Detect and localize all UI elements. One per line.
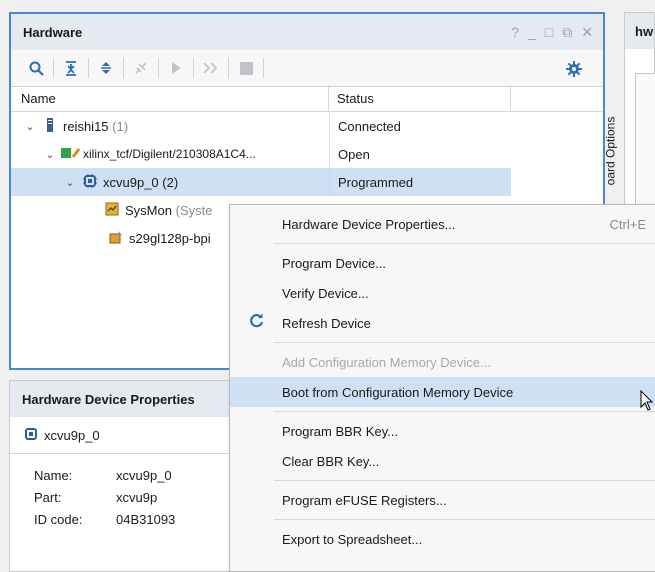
jtag-cable-icon	[61, 147, 81, 162]
search-icon[interactable]	[21, 54, 51, 82]
close-icon[interactable]: ✕	[581, 24, 593, 41]
property-key: Part:	[34, 489, 62, 505]
device-status: Programmed	[329, 168, 511, 196]
disconnect-icon[interactable]	[126, 54, 156, 82]
step-icon[interactable]	[196, 54, 226, 82]
hw-side-title: hw	[635, 23, 654, 39]
menu-item-program-bbr-key[interactable]: Program BBR Key...	[230, 416, 655, 446]
property-key: ID code:	[34, 511, 83, 527]
sysmon-name: SysMon	[125, 202, 172, 218]
toolbar-separator	[53, 58, 54, 78]
menu-item-label: Program BBR Key...	[282, 423, 399, 439]
sysmon-type: (Syste	[175, 202, 213, 218]
chip-icon	[81, 173, 99, 191]
device-count: (2)	[162, 174, 179, 190]
target-status: Open	[329, 140, 511, 168]
menu-separator	[274, 480, 655, 481]
menu-item-label: Boot from Configuration Memory Device	[282, 384, 514, 400]
menu-item-boot-from-config-memory[interactable]: Boot from Configuration Memory Device	[230, 377, 655, 407]
properties-device-name: xcvu9p_0	[44, 427, 100, 443]
run-icon[interactable]	[161, 54, 191, 82]
float-icon[interactable]: ⧉	[562, 24, 572, 41]
sysmon-icon	[103, 202, 121, 219]
chevron-down-icon[interactable]: ⌄	[63, 176, 77, 189]
expand-all-icon[interactable]	[91, 54, 121, 82]
toolbar-separator	[263, 58, 264, 78]
toolbar-separator	[158, 58, 159, 78]
stop-icon[interactable]	[231, 54, 261, 82]
context-menu: Hardware Device Properties... Ctrl+E Pro…	[229, 204, 655, 572]
menu-item-program-efuse[interactable]: Program eFUSE Registers...	[230, 485, 655, 515]
toolbar-separator	[123, 58, 124, 78]
target-name: xilinx_tcf/Digilent/210308A1C4...	[83, 147, 256, 161]
menu-separator	[274, 411, 655, 412]
server-name: reishi15	[63, 118, 109, 134]
menu-item-label: Verify Device...	[282, 285, 369, 301]
menu-separator	[274, 342, 655, 343]
menu-item-label: Add Configuration Memory Device...	[282, 354, 491, 370]
property-value: xcvu9p_0	[116, 467, 172, 483]
maximize-icon[interactable]: □	[545, 24, 553, 40]
minimize-icon[interactable]: _	[528, 24, 536, 40]
menu-item-verify-device[interactable]: Verify Device...	[230, 278, 655, 308]
window-controls: ? _ □ ⧉ ✕	[511, 14, 593, 50]
property-value: xcvu9p	[116, 489, 158, 505]
toolbar-separator	[88, 58, 89, 78]
menu-item-label: Export to Spreadsheet...	[282, 531, 423, 547]
tree-row-server[interactable]: ⌄ reishi15 (1) Connected	[11, 112, 603, 140]
gear-icon[interactable]	[559, 55, 589, 83]
menu-item-label: Refresh Device	[282, 315, 371, 331]
collapse-all-icon[interactable]	[56, 54, 86, 82]
mouse-cursor-icon	[640, 390, 654, 411]
menu-item-label: Program eFUSE Registers...	[282, 492, 447, 508]
menu-item-label: Clear BBR Key...	[282, 453, 380, 469]
menu-item-shortcut: Ctrl+E	[609, 216, 646, 232]
properties-title: Hardware Device Properties	[22, 391, 195, 407]
hardware-toolbar	[11, 50, 603, 87]
hardware-title: Hardware	[23, 24, 83, 40]
column-name[interactable]: Name	[11, 87, 329, 111]
flash-icon	[107, 230, 125, 247]
menu-item-label: Hardware Device Properties...	[282, 216, 456, 232]
hw-side-titlebar: hw	[625, 13, 654, 49]
menu-item-add-config-memory[interactable]: Add Configuration Memory Device...	[230, 347, 655, 377]
hardware-titlebar: Hardware ? _ □ ⧉ ✕	[11, 14, 603, 50]
menu-item-clear-bbr-key[interactable]: Clear BBR Key...	[230, 446, 655, 476]
toolbar-separator	[193, 58, 194, 78]
help-icon[interactable]: ?	[511, 24, 519, 40]
flash-name: s29gl128p-bpi	[129, 230, 211, 246]
server-icon	[41, 117, 59, 135]
menu-separator	[274, 519, 655, 520]
property-value: 04B31093	[116, 511, 176, 527]
refresh-icon	[230, 313, 282, 333]
menu-item-device-properties[interactable]: Hardware Device Properties... Ctrl+E	[230, 209, 655, 239]
tree-row-target[interactable]: ⌄ xilinx_tcf/Digilent/210308A1C4... Open	[11, 140, 603, 168]
menu-item-export-spreadsheet[interactable]: Export to Spreadsheet...	[230, 524, 655, 554]
server-status: Connected	[329, 112, 511, 140]
device-name: xcvu9p_0	[103, 174, 159, 190]
menu-item-refresh-device[interactable]: Refresh Device	[230, 308, 655, 338]
tree-row-device[interactable]: ⌄ xcvu9p_0 (2) Programmed	[11, 168, 511, 196]
menu-separator	[274, 243, 655, 244]
chevron-down-icon[interactable]: ⌄	[43, 148, 57, 161]
menu-item-program-device[interactable]: Program Device...	[230, 248, 655, 278]
column-status[interactable]: Status	[329, 87, 511, 111]
toolbar-separator	[228, 58, 229, 78]
board-options-label: oard Options	[603, 116, 618, 186]
chevron-down-icon[interactable]: ⌄	[23, 120, 37, 133]
property-key: Name:	[34, 467, 73, 483]
menu-item-label: Program Device...	[282, 255, 387, 271]
server-count: (1)	[112, 118, 129, 134]
chip-icon	[22, 427, 40, 444]
tree-header: Name Status	[11, 87, 603, 112]
